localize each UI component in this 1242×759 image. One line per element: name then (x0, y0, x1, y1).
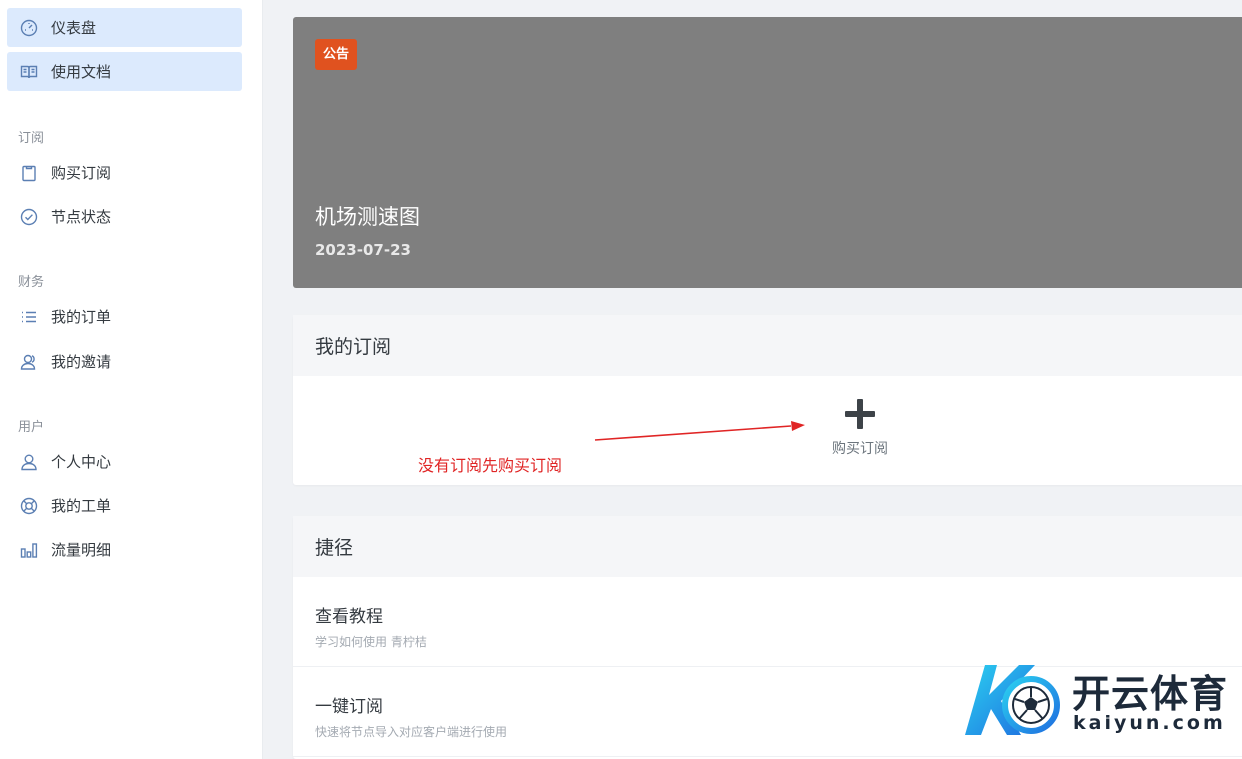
buy-subscription-button[interactable]: 购买订阅 (813, 394, 907, 466)
book-icon (19, 62, 39, 82)
sidebar: 仪表盘 使用文档 订阅 购买订阅 节点状态 财务 我的订单 我的邀请 用户 个人… (0, 0, 263, 759)
sidebar-item-my-tickets[interactable]: 我的工单 (7, 486, 242, 525)
sidebar-item-traffic[interactable]: 流量明细 (7, 530, 242, 569)
lifebuoy-icon (19, 496, 39, 516)
announcement-banner[interactable]: 公告 机场测速图 2023-07-23 (293, 17, 1242, 288)
plus-icon (845, 399, 875, 429)
subscription-card-body: 没有订阅先购买订阅 购买订阅 (293, 376, 1242, 485)
list-icon (19, 307, 39, 327)
subscription-card: 我的订阅 没有订阅先购买订阅 购买订阅 (293, 315, 1242, 485)
sidebar-item-label: 仪表盘 (51, 19, 97, 37)
bar-chart-icon (19, 540, 39, 560)
shortcut-title: 查看教程 (315, 607, 383, 627)
sidebar-group-finance: 财务 (18, 275, 45, 290)
user-icon (19, 452, 39, 472)
buy-subscription-label: 购买订阅 (832, 441, 888, 457)
sidebar-group-user: 用户 (18, 420, 45, 435)
sidebar-item-my-orders[interactable]: 我的订单 (7, 297, 242, 336)
logo-icon (965, 665, 1060, 735)
check-circle-icon (19, 207, 39, 227)
sidebar-item-label: 流量明细 (51, 541, 112, 559)
sidebar-item-label: 购买订阅 (51, 164, 112, 182)
sidebar-item-label: 个人中心 (51, 453, 112, 471)
sidebar-item-label: 我的邀请 (51, 353, 112, 371)
annotation-arrow (594, 421, 805, 441)
sidebar-group-subscription: 订阅 (18, 131, 45, 146)
sidebar-item-label: 使用文档 (51, 63, 112, 81)
watermark-logo: 开云体育 kaiyun.com (955, 657, 1240, 742)
sidebar-item-label: 我的订单 (51, 308, 112, 326)
sidebar-item-label: 节点状态 (51, 208, 112, 226)
watermark-cn: 开云体育 (1072, 672, 1229, 716)
users-icon (19, 352, 39, 372)
sidebar-item-node-status[interactable]: 节点状态 (7, 197, 242, 236)
announcement-badge: 公告 (315, 39, 358, 70)
shortcut-description: 学习如何使用 青柠桔 (315, 635, 427, 649)
clipboard-icon (19, 163, 39, 183)
watermark-en: kaiyun.com (1073, 712, 1226, 734)
subscription-card-title: 我的订阅 (293, 315, 1242, 376)
sidebar-item-profile[interactable]: 个人中心 (7, 442, 242, 481)
annotation-text: 没有订阅先购买订阅 (418, 456, 563, 475)
sidebar-item-dashboard[interactable]: 仪表盘 (7, 8, 242, 47)
sidebar-item-my-invites[interactable]: 我的邀请 (7, 342, 242, 381)
announcement-date: 2023-07-23 (315, 241, 411, 259)
sidebar-item-docs[interactable]: 使用文档 (7, 52, 242, 91)
announcement-title: 机场测速图 (315, 205, 420, 229)
sidebar-item-label: 我的工单 (51, 497, 112, 515)
shortcut-view-tutorial[interactable]: 查看教程 学习如何使用 青柠桔 (293, 577, 1242, 667)
shortcuts-card-title: 捷径 (293, 516, 1242, 577)
dashboard-icon (19, 18, 39, 38)
sidebar-item-buy-subscription[interactable]: 购买订阅 (7, 153, 242, 192)
